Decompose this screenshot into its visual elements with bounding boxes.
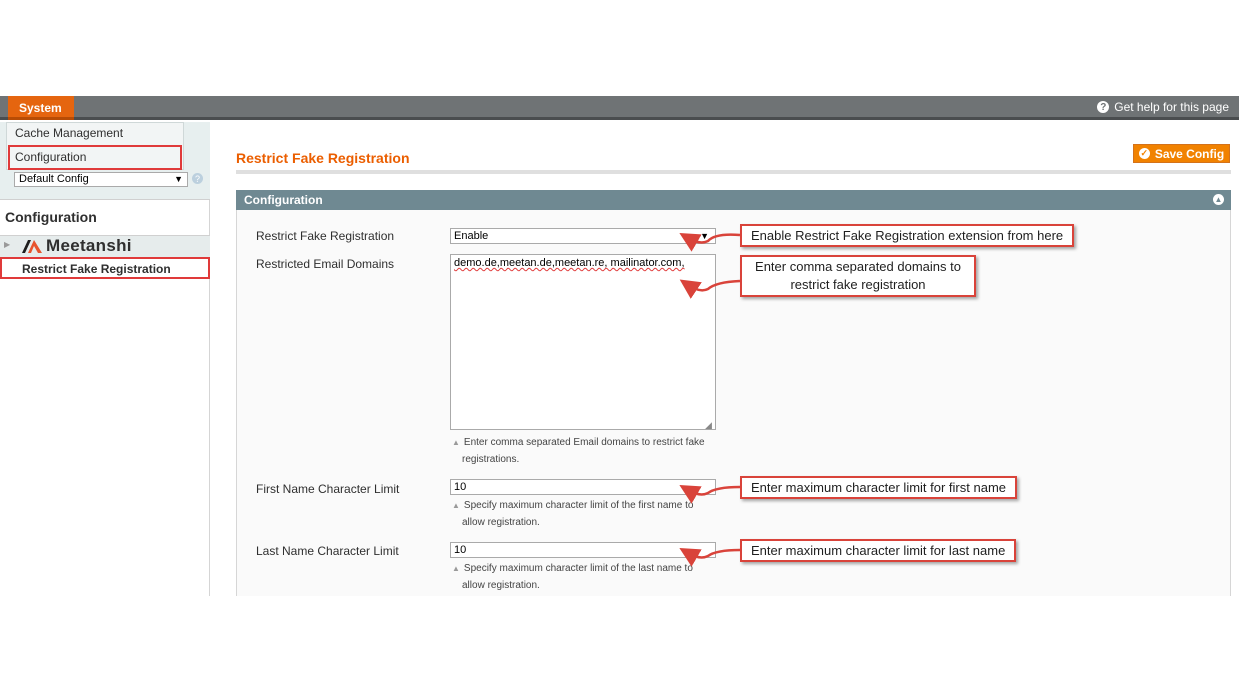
arrow-icon (679, 547, 741, 567)
arrow-icon (679, 484, 741, 504)
arrow-icon (679, 232, 741, 252)
arrow-icon (679, 279, 741, 299)
callout-arrows (679, 232, 741, 567)
